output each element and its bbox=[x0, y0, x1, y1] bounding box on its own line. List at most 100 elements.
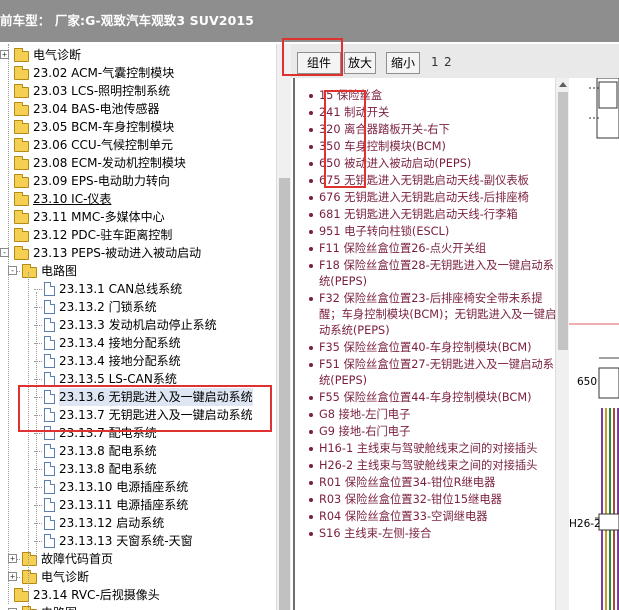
components-button[interactable]: 组件 bbox=[297, 52, 341, 74]
tree-scrollbar-thumb[interactable] bbox=[279, 178, 290, 610]
zoom-in-button[interactable]: 放大 bbox=[344, 52, 376, 74]
tree-item[interactable]: 23.13.2 门锁系统 bbox=[0, 298, 280, 316]
document-icon bbox=[44, 444, 55, 458]
tree-item[interactable]: 23.05 BCM-车身控制模块 bbox=[0, 118, 280, 136]
tree-item-label: 23.13.11 电源插座系统 bbox=[59, 498, 189, 512]
component-list-scrollbar-thumb[interactable] bbox=[558, 92, 568, 350]
document-icon bbox=[44, 534, 55, 548]
component-link[interactable]: F35 保险丝盒位置40-车身控制模块(BCM) bbox=[309, 340, 557, 356]
collapse-icon[interactable]: - bbox=[8, 266, 17, 275]
document-icon bbox=[44, 300, 55, 314]
tree-item[interactable]: 23.14 RVC-后视摄像头 bbox=[0, 586, 280, 604]
document-icon bbox=[44, 354, 55, 368]
tree-item[interactable]: 23.08 ECM-发动机控制模块 bbox=[0, 154, 280, 172]
component-link[interactable]: 15 保险丝盒 bbox=[309, 88, 557, 104]
component-link[interactable]: 350 车身控制模块(BCM) bbox=[309, 139, 557, 155]
tree-item[interactable]: + 故障代码首页 bbox=[0, 550, 280, 568]
tree-item[interactable]: 23.13.8 配电系统 bbox=[0, 460, 280, 478]
tree-item-label: 23.13.8 配电系统 bbox=[59, 462, 157, 476]
expand-icon[interactable]: + bbox=[8, 572, 17, 581]
tree-item[interactable]: 23.13.12 启动系统 bbox=[0, 514, 280, 532]
component-link[interactable]: F18 保险丝盒位置28-无钥匙进入及一键启动系统(PEPS) bbox=[309, 258, 557, 290]
component-link[interactable]: 675 无钥匙进入无钥匙启动天线-副仪表板 bbox=[309, 173, 557, 189]
tree-item-label: 23.13.1 CAN总线系统 bbox=[59, 282, 183, 296]
component-link[interactable]: R04 保险丝盒位置33-空调继电器 bbox=[309, 509, 557, 525]
tree-item[interactable]: 23.10 IC-仪表 bbox=[0, 190, 280, 208]
tree-item[interactable]: 23.13.4 接地分配系统 bbox=[0, 334, 280, 352]
tree-item[interactable]: 23.13.13 天窗系统-天窗 bbox=[0, 532, 280, 550]
component-link[interactable]: H26-2 主线束与驾驶舱线束之间的对接插头 bbox=[309, 458, 557, 474]
wiring-diagram-graphic bbox=[569, 78, 619, 610]
document-icon bbox=[44, 480, 55, 494]
tree-item[interactable]: 23.06 CCU-气候控制单元 bbox=[0, 136, 280, 154]
component-link[interactable]: R01 保险丝盒位置34-钳位R继电器 bbox=[309, 475, 557, 491]
page-link-1[interactable]: 1 bbox=[431, 53, 439, 71]
component-link[interactable]: 241 制动开关 bbox=[309, 105, 557, 121]
tree-item-label: 23.14 RVC-后视摄像头 bbox=[33, 588, 160, 602]
tree-scrollbar[interactable] bbox=[276, 44, 291, 610]
tree-item-label: 23.13.10 电源插座系统 bbox=[59, 480, 189, 494]
component-link[interactable]: S16 主线束-左侧-接合 bbox=[309, 526, 557, 542]
tree-item[interactable]: 23.12 PDC-驻车距离控制 bbox=[0, 226, 280, 244]
tree-item[interactable]: 23.03 LCS-照明控制系统 bbox=[0, 82, 280, 100]
tree-item[interactable]: 23.04 BAS-电池传感器 bbox=[0, 100, 280, 118]
component-link[interactable]: 650 被动进入被动启动(PEPS) bbox=[309, 156, 557, 172]
expand-icon[interactable]: + bbox=[8, 554, 17, 563]
tree-item[interactable]: 23.13.1 CAN总线系统 bbox=[0, 280, 280, 298]
tree-item[interactable]: 23.02 ACM-气囊控制模块 bbox=[0, 64, 280, 82]
tree-guide-line bbox=[28, 272, 29, 610]
tree-item[interactable]: 23.11 MMC-多媒体中心 bbox=[0, 208, 280, 226]
page-link-2[interactable]: 2 bbox=[444, 53, 452, 71]
tree-item[interactable]: 23.13.8 配电系统 bbox=[0, 442, 280, 460]
tree-item[interactable]: -23.13 PEPS-被动进入被动启动 bbox=[0, 244, 280, 262]
document-icon bbox=[44, 516, 55, 530]
tree-item[interactable]: 23.13.11 电源插座系统 bbox=[0, 496, 280, 514]
tree-item[interactable]: 23.09 EPS-电动助力转向 bbox=[0, 172, 280, 190]
folder-icon bbox=[14, 588, 29, 602]
document-icon bbox=[44, 408, 55, 422]
tree-item[interactable]: - 电路图 bbox=[0, 262, 280, 280]
component-link[interactable]: F11 保险丝盒位置26-点火开关组 bbox=[309, 241, 557, 257]
folder-icon bbox=[14, 174, 29, 188]
tree-item[interactable]: +电路图 bbox=[0, 604, 280, 610]
tree-item[interactable]: 23.13.7 配电系统 bbox=[0, 424, 280, 442]
tree-item-label: 23.13.7 无钥匙进入及一键启动系统 bbox=[59, 408, 253, 422]
tree-item-label: 23.13.2 门锁系统 bbox=[59, 300, 157, 314]
folder-icon bbox=[14, 138, 29, 152]
tree-item[interactable]: 23.13.5 LS-CAN系统 bbox=[0, 370, 280, 388]
tree-item[interactable]: 23.13.6 无钥匙进入及一键启动系统 bbox=[0, 388, 280, 406]
tree-item-label: 23.08 ECM-发动机控制模块 bbox=[33, 156, 186, 170]
component-link[interactable]: H16-1 主线束与驾驶舱线束之间的对接插头 bbox=[309, 441, 557, 457]
tree-item[interactable]: + 电气诊断 bbox=[0, 568, 280, 586]
document-icon bbox=[44, 462, 55, 476]
tree-item-label: 23.06 CCU-气候控制单元 bbox=[33, 138, 174, 152]
tree-item[interactable]: + 电气诊断 bbox=[0, 46, 280, 64]
component-link[interactable]: 681 无钥匙进入无钥匙启动天线-行李箱 bbox=[309, 207, 557, 223]
document-icon bbox=[44, 498, 55, 512]
tree-item[interactable]: 23.13.7 无钥匙进入及一键启动系统 bbox=[0, 406, 280, 424]
tree-item[interactable]: 23.13.4 接地分配系统 bbox=[0, 352, 280, 370]
wiring-diagram[interactable]: 650 H26-2 bbox=[569, 78, 619, 610]
tree-item-label: 23.02 ACM-气囊控制模块 bbox=[33, 66, 175, 80]
zoom-out-button[interactable]: 缩小 bbox=[386, 52, 420, 74]
folder-icon bbox=[14, 228, 29, 242]
scroll-up-arrow-icon[interactable] bbox=[559, 82, 567, 87]
vehicle-model-label: 前车型： 厂家:G-观致汽车观致3 SUV2015 bbox=[0, 13, 254, 28]
component-link[interactable]: F55 保险丝盒位置44-车身控制模块(BCM) bbox=[309, 390, 557, 406]
tree-item-label: 故障代码首页 bbox=[41, 552, 114, 566]
tree-item[interactable]: 23.13.3 发动机启动停止系统 bbox=[0, 316, 280, 334]
tree-item[interactable]: 23.13.10 电源插座系统 bbox=[0, 478, 280, 496]
tree-item-label: 23.13.4 接地分配系统 bbox=[59, 354, 181, 368]
component-list-scrollbar[interactable] bbox=[555, 78, 569, 610]
component-link[interactable]: G9 接地-右门电子 bbox=[309, 424, 557, 440]
tree-item-label: 23.13.5 LS-CAN系统 bbox=[59, 372, 177, 386]
component-link[interactable]: 951 电子转向柱锁(ESCL) bbox=[309, 224, 557, 240]
component-link[interactable]: R03 保险丝盒位置32-钳位15继电器 bbox=[309, 492, 557, 508]
folder-icon bbox=[14, 246, 29, 260]
component-link[interactable]: G8 接地-左门电子 bbox=[309, 407, 557, 423]
tree-item-label: 23.13.4 接地分配系统 bbox=[59, 336, 181, 350]
component-link[interactable]: F32 保险丝盒位置23-后排座椅安全带未系提醒；车身控制模块(BCM)；无钥匙… bbox=[309, 291, 557, 339]
component-link[interactable]: 676 无钥匙进入无钥匙启动天线-后排座椅 bbox=[309, 190, 557, 206]
component-link[interactable]: F51 保险丝盒位置27-无钥匙进入及一键启动系统(PEPS) bbox=[309, 357, 557, 389]
component-link[interactable]: 320 离合器踏板开关-右下 bbox=[309, 122, 557, 138]
